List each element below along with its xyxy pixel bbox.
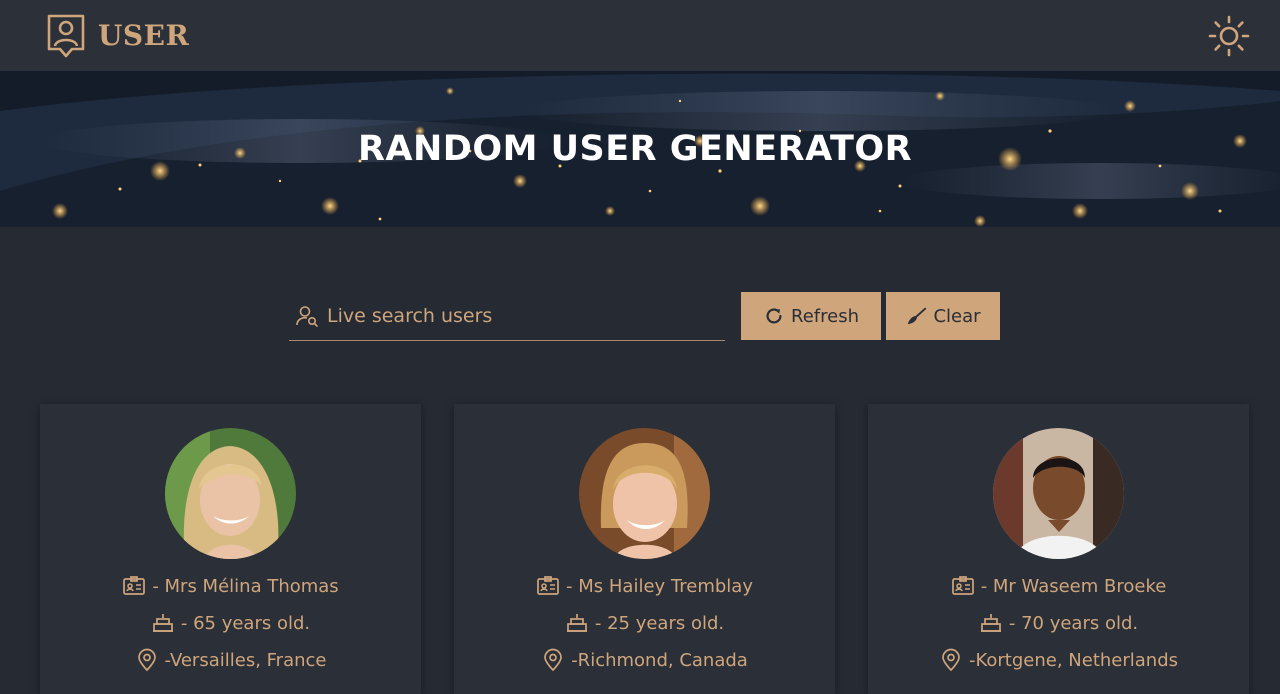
navbar: USER (0, 0, 1280, 71)
user-name: - Mr Waseem Broeke (980, 575, 1167, 597)
cake-icon (566, 614, 587, 632)
user-location: -Kortgene, Netherlands (968, 649, 1179, 671)
location-pin-icon (544, 648, 563, 672)
id-card-icon (123, 576, 146, 595)
id-card-icon (951, 576, 974, 595)
user-age-line: - 25 years old. (454, 611, 835, 635)
search-row: Refresh Clear (289, 292, 1000, 341)
user-age-line: - 65 years old. (40, 611, 421, 635)
cake-icon (152, 614, 173, 632)
refresh-icon (766, 308, 782, 324)
location-pin-icon (137, 648, 156, 672)
brand-text: USER (98, 19, 190, 52)
user-location-line: -Versailles, France (40, 648, 421, 672)
search-field[interactable] (289, 292, 725, 341)
clear-button-label: Clear (933, 305, 981, 327)
brand[interactable]: USER (46, 13, 189, 59)
user-name-line: - Ms Hailey Tremblay (454, 574, 835, 598)
user-name: - Mrs Mélina Thomas (152, 575, 339, 597)
user-age: - 65 years old. (180, 612, 311, 634)
user-age: - 25 years old. (594, 612, 725, 634)
user-card: - Mrs Mélina Thomas - 65 years old. -Ver… (40, 404, 421, 694)
user-card: - Mr Waseem Broeke - 70 years old. -Kort… (868, 404, 1249, 694)
user-age: - 70 years old. (1008, 612, 1139, 634)
search-input[interactable] (327, 305, 717, 327)
broom-icon (908, 307, 927, 325)
user-card: - Ms Hailey Tremblay - 25 years old. -Ri… (454, 404, 835, 694)
id-card-icon (537, 576, 559, 595)
location-pin-icon (942, 648, 960, 672)
user-location: -Richmond, Canada (571, 649, 748, 671)
user-name-line: - Mrs Mélina Thomas (40, 574, 421, 598)
user-search-icon (296, 306, 318, 327)
user-location: -Versailles, France (164, 649, 327, 671)
user-avatar (993, 428, 1124, 559)
user-badge-icon (47, 14, 85, 57)
sun-icon[interactable] (1208, 15, 1250, 57)
clear-button[interactable]: Clear (886, 292, 1000, 340)
refresh-button-label: Refresh (791, 305, 859, 327)
hero-banner: RANDOM USER GENERATOR (0, 71, 1280, 227)
cake-icon (980, 614, 1001, 632)
user-age-line: - 70 years old. (868, 611, 1249, 635)
user-location-line: -Richmond, Canada (454, 648, 835, 672)
refresh-button[interactable]: Refresh (741, 292, 881, 340)
user-name: - Ms Hailey Tremblay (566, 575, 753, 597)
user-location-line: -Kortgene, Netherlands (868, 648, 1249, 672)
user-name-line: - Mr Waseem Broeke (868, 574, 1249, 598)
user-avatar (165, 428, 296, 559)
user-avatar (579, 428, 710, 559)
page-title: RANDOM USER GENERATOR (357, 129, 913, 169)
